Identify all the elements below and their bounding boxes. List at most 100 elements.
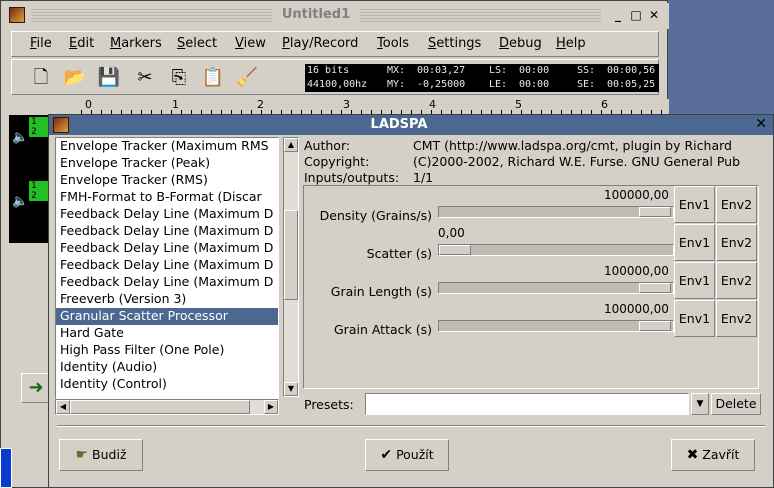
sample-rate: 44100,00hz [307, 79, 368, 90]
clear-icon[interactable]: 🧹 [232, 64, 262, 92]
plugin-list-item[interactable]: Identity (Control) [60, 376, 167, 393]
close-icon[interactable]: ✕ [647, 9, 661, 23]
copyright-label: Copyright: [304, 154, 370, 169]
plugin-list[interactable]: Envelope Tracker (Maximum RMS Envelope Tr… [55, 137, 279, 399]
open-folder-icon[interactable]: 📂 [60, 64, 90, 92]
close-button[interactable]: ✖ Zavřít [671, 439, 755, 471]
presets-input[interactable] [365, 393, 689, 415]
env2-button[interactable]: Env2 [716, 186, 757, 223]
param-slider[interactable] [438, 206, 674, 218]
ruler-label: 2 [257, 98, 264, 111]
plugin-list-item[interactable]: Envelope Tracker (Peak) [60, 155, 210, 172]
plugin-list-hscrollbar[interactable]: ◀ ▶ [55, 399, 279, 415]
ruler-label: 5 [515, 98, 522, 111]
separator [57, 425, 765, 427]
maximize-icon[interactable]: □ [629, 9, 643, 23]
paste-icon[interactable]: 📋 [198, 64, 228, 92]
copy-icon[interactable]: ⎘ [164, 64, 194, 92]
author-label: Author: [304, 138, 351, 153]
scroll-up-icon[interactable]: ▲ [284, 138, 298, 152]
delete-preset-button[interactable]: Delete [711, 393, 761, 415]
plugin-list-item[interactable]: Feedback Delay Line (Maximum D [60, 206, 273, 223]
plugin-list-item[interactable]: Envelope Tracker (Maximum RMS [60, 138, 269, 155]
dialog-title: LADSPA [370, 117, 428, 132]
main-window-title-text: Untitled1 [271, 7, 361, 22]
env2-button[interactable]: Env2 [716, 300, 757, 337]
cut-icon[interactable]: ✂ [130, 64, 160, 92]
se-label: SE: [577, 79, 596, 90]
env2-button[interactable]: Env2 [716, 262, 757, 299]
menu-view[interactable]: View [235, 36, 266, 51]
menu-edit[interactable]: Edit [69, 36, 94, 51]
param-slider[interactable] [438, 320, 674, 332]
plugin-list-item[interactable]: Feedback Delay Line (Maximum D [60, 257, 273, 274]
minimize-icon[interactable]: _ [611, 9, 625, 23]
speaker-icon[interactable]: 🔈 [12, 194, 28, 209]
hscroll-thumb[interactable] [70, 400, 250, 414]
plugin-list-item[interactable]: FMH-Format to B-Format (Discar [60, 189, 262, 206]
menu-debug[interactable]: Debug [499, 36, 542, 51]
author-value: CMT (http://www.ladspa.org/cmt, plugin b… [413, 138, 732, 153]
plugin-list-item[interactable]: Freeverb (Version 3) [60, 291, 186, 308]
env2-button[interactable]: Env2 [716, 224, 757, 261]
scroll-right-icon[interactable]: ▶ [264, 400, 278, 414]
new-file-icon[interactable]: 🗋 [26, 64, 56, 92]
copyright-value: (C)2000-2002, Richard W.E. Furse. GNU Ge… [413, 154, 741, 169]
track-channel-number[interactable]: 1 [29, 117, 39, 127]
slider-thumb[interactable] [639, 207, 671, 217]
plugin-list-item[interactable]: Hard Gate [60, 325, 124, 342]
plugin-list-item[interactable]: Feedback Delay Line (Maximum D [60, 223, 273, 240]
scroll-down-icon[interactable]: ▼ [284, 382, 298, 396]
plugin-list-item[interactable]: High Pass Filter (One Pole) [60, 342, 224, 359]
env1-button[interactable]: Env1 [674, 224, 715, 261]
bit-depth: 16 bits [307, 65, 350, 76]
ok-button[interactable]: ☛ Budiž [59, 439, 143, 471]
slider-thumb[interactable] [639, 283, 671, 293]
env1-button[interactable]: Env1 [674, 262, 715, 299]
plugin-list-item[interactable]: Envelope Tracker (RMS) [60, 172, 208, 189]
ruler-label: 1 [172, 98, 179, 111]
menu-markers[interactable]: Markers [110, 36, 162, 51]
presets-label: Presets: [304, 397, 354, 412]
plugin-list-item[interactable]: Feedback Delay Line (Maximum D [60, 274, 273, 291]
dialog-title-bar[interactable]: LADSPA ✕ [49, 115, 773, 135]
scroll-left-icon[interactable]: ◀ [56, 400, 70, 414]
dialog-close-icon[interactable]: ✕ [755, 116, 767, 132]
ruler-label: 0 [85, 98, 92, 111]
save-icon[interactable]: 💾 [94, 64, 124, 92]
slider-thumb[interactable] [639, 321, 671, 331]
x-icon: ✖ [686, 447, 699, 463]
plugin-list-vscrollbar[interactable]: ▲ ▼ [283, 137, 299, 397]
menu-file[interactable]: File [30, 36, 52, 51]
menu-tools[interactable]: Tools [377, 36, 409, 51]
menu-settings[interactable]: Settings [428, 36, 481, 51]
main-title-bar[interactable]: Untitled1 _ □ ✕ [1, 3, 669, 29]
mx-label: MX: [387, 65, 406, 76]
play-arrow-icon[interactable]: ➜ [21, 373, 51, 403]
env1-button[interactable]: Env1 [674, 186, 715, 223]
track-channel-number[interactable]: 2 [29, 191, 39, 201]
param-slider[interactable] [438, 282, 674, 294]
env1-button[interactable]: Env1 [674, 300, 715, 337]
vscroll-thumb[interactable] [284, 210, 298, 300]
plugin-list-item[interactable]: Feedback Delay Line (Maximum D [60, 240, 273, 257]
ok-button-label: Budiž [92, 447, 127, 462]
param-slider[interactable] [438, 244, 674, 256]
track-channel-number[interactable]: 2 [29, 127, 39, 137]
time-ruler[interactable]: 0 1 2 3 4 5 6 [81, 98, 669, 115]
plugin-list-item[interactable]: Identity (Audio) [60, 359, 157, 376]
app-icon [9, 7, 25, 23]
apply-button[interactable]: ✔ Použít [365, 439, 449, 471]
main-window-title: Untitled1 [31, 7, 601, 23]
chevron-down-icon[interactable]: ▼ [691, 393, 709, 415]
menu-play-record[interactable]: Play/Record [282, 36, 358, 51]
track-channel-number[interactable]: 1 [29, 181, 39, 191]
menu-select[interactable]: Select [177, 36, 217, 51]
slider-thumb[interactable] [439, 245, 471, 255]
speaker-icon[interactable]: 🔈 [12, 130, 28, 145]
param-value: 0,00 [438, 226, 465, 240]
menu-help[interactable]: Help [556, 36, 586, 51]
plugin-list-item[interactable]: Granular Scatter Processor [56, 308, 278, 325]
ruler-label: 3 [343, 98, 350, 111]
background-window-edge [0, 448, 12, 488]
